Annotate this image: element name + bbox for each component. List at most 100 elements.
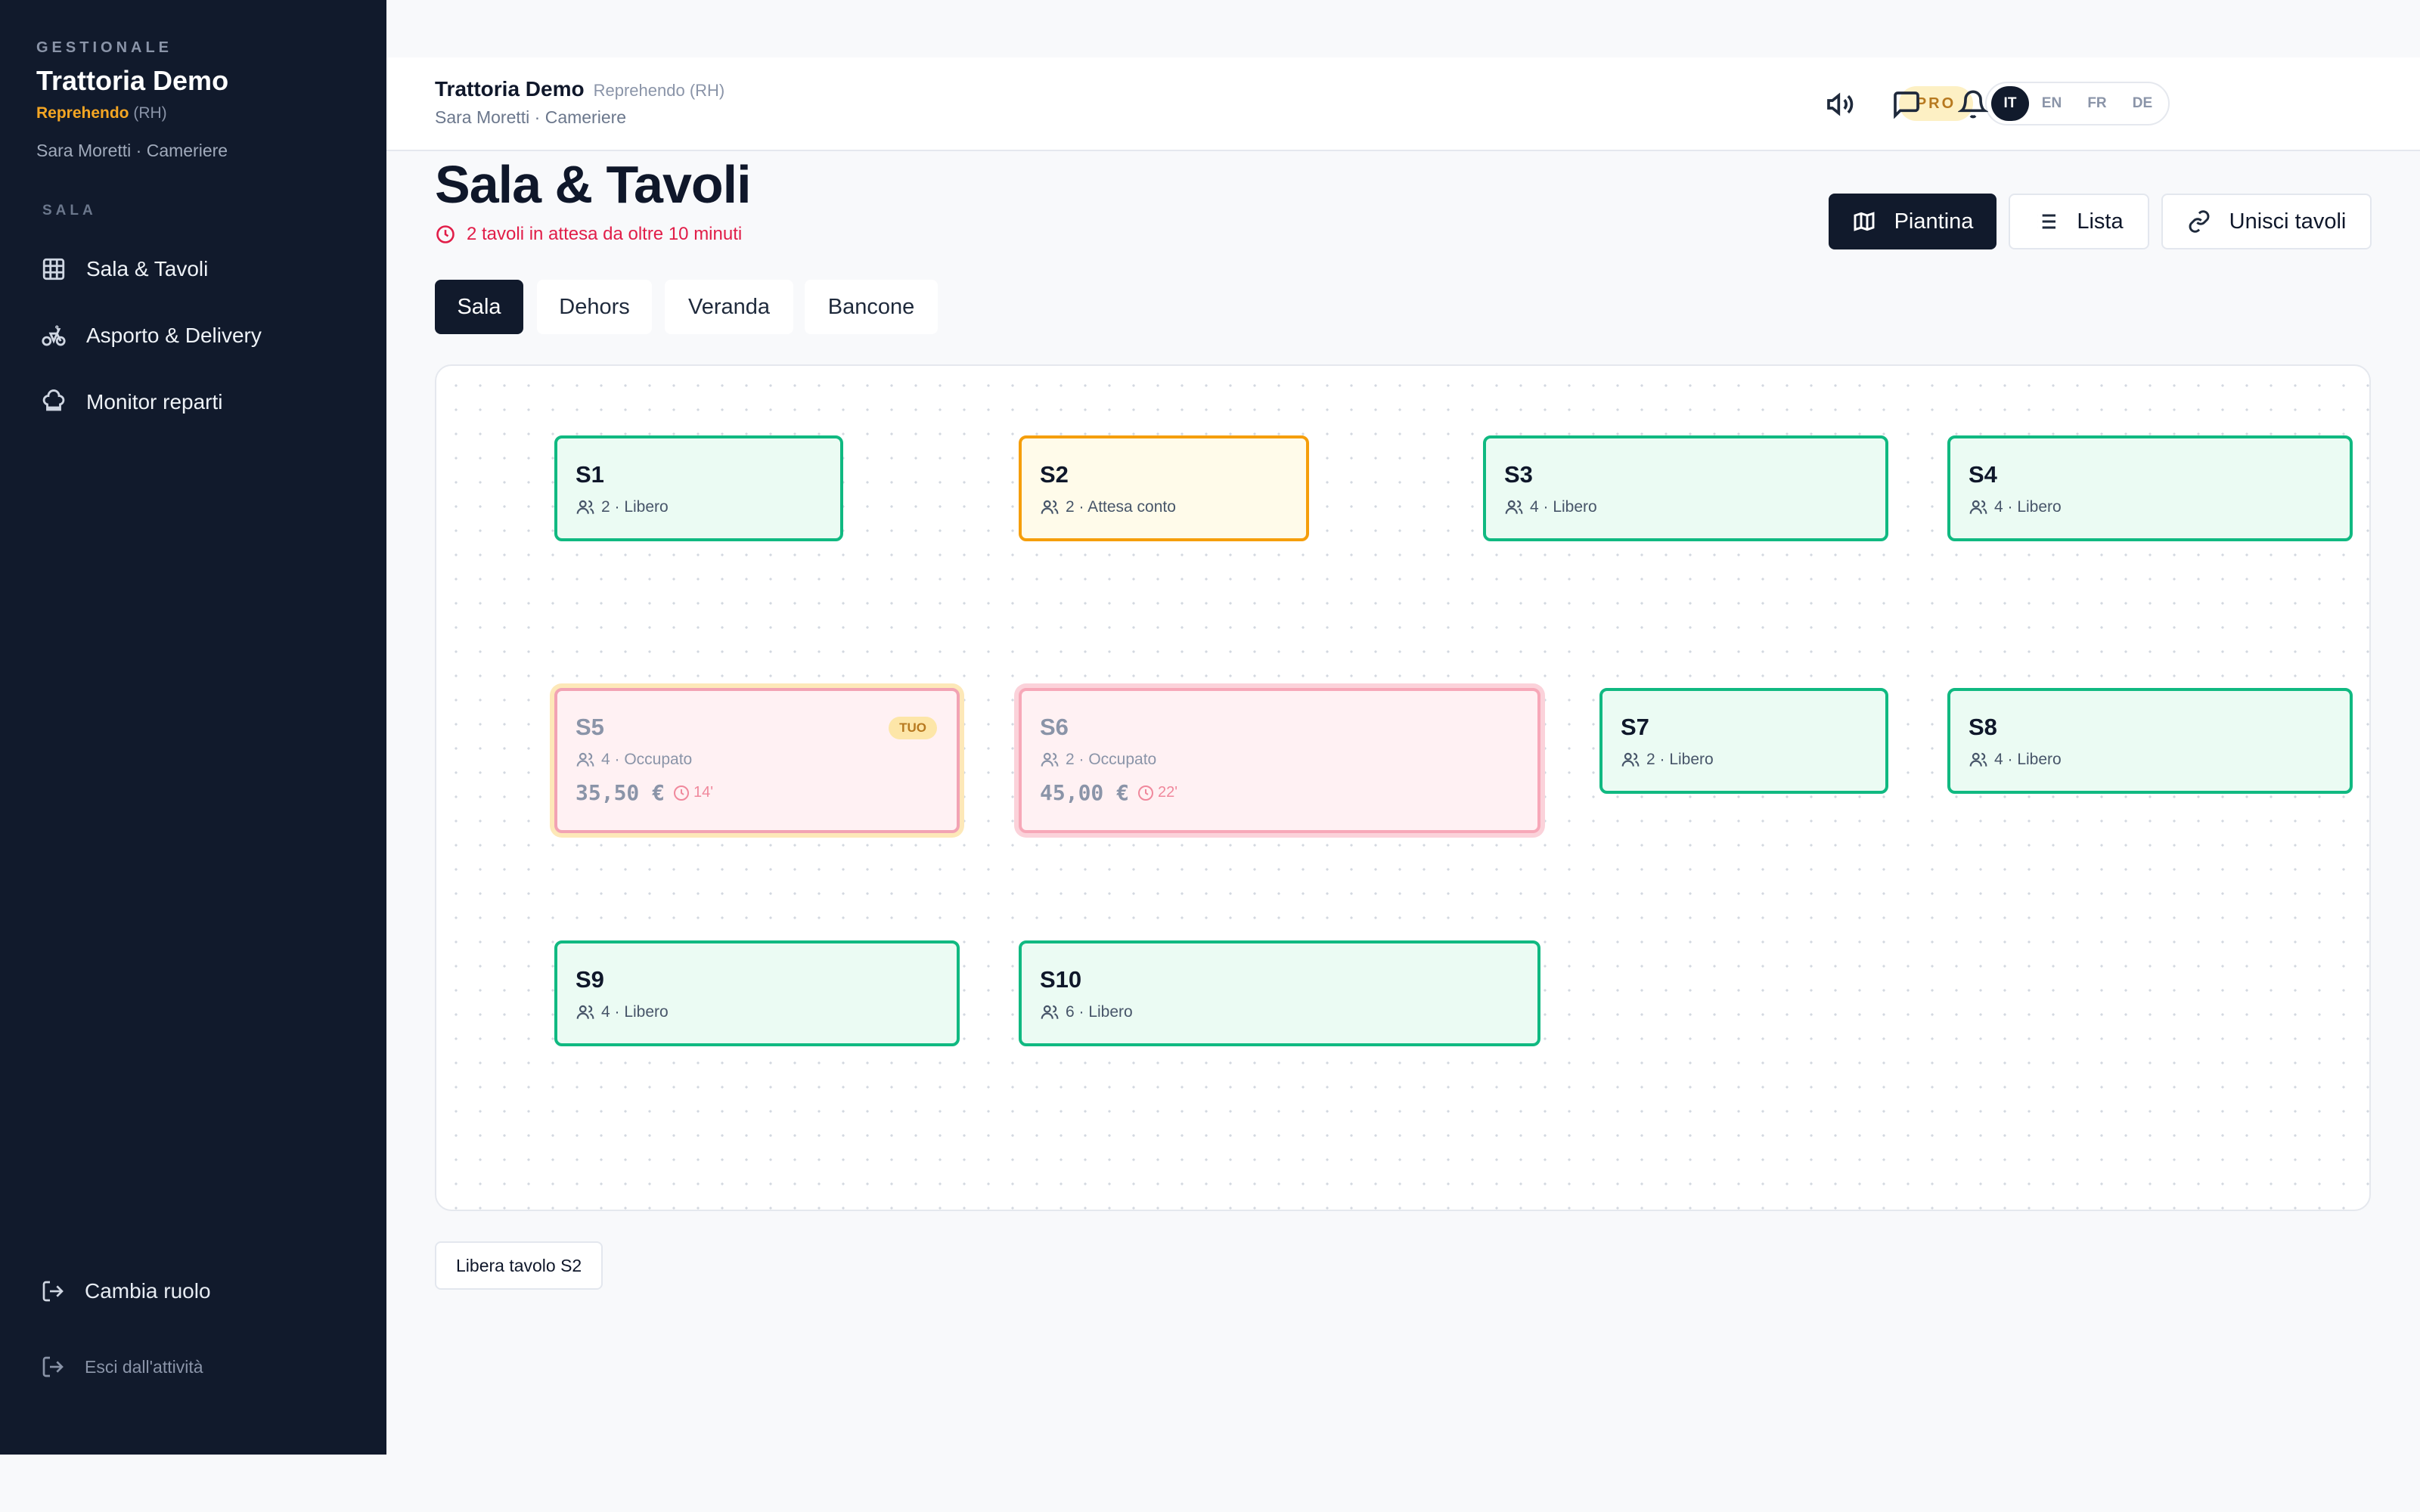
table-meta-text: 4 · Libero [1530,498,1597,516]
tab-veranda[interactable]: Veranda [665,280,793,334]
lang-it[interactable]: IT [1991,86,2029,121]
sound-button[interactable] [1823,88,1857,121]
messages-button[interactable] [1890,88,1923,121]
table-s3[interactable]: S3 4 · Libero [1483,435,1888,541]
table-s9[interactable]: S9 4 · Libero [554,940,960,1046]
table-s10[interactable]: S10 6 · Libero [1019,940,1540,1046]
sidebar-section-title: SALA [42,203,97,218]
people-icon [576,752,594,767]
table-meta: 4 · Libero [1504,497,1885,517]
sidebar-item-asporto-delivery[interactable]: Asporto & Delivery [41,313,262,358]
table-name: S1 [576,461,604,488]
map-icon [1854,212,1875,231]
list-icon [2037,214,2056,229]
table-name: S8 [1969,714,1997,740]
clock-icon [436,225,455,243]
table-s1[interactable]: S1 2 · Libero [554,435,843,541]
table-s8[interactable]: S8 4 · Libero [1947,688,2353,794]
sidebar: GESTIONALE Trattoria Demo Reprehendo (RH… [0,0,386,1455]
table-meta: 4 · Libero [1969,497,2350,517]
change-role-label: Cambia ruolo [85,1279,211,1303]
table-meta: 4 · Occupato [576,750,957,770]
sidebar-kicker: GESTIONALE [36,39,173,56]
header-restaurant-name: Trattoria Demo [435,77,585,101]
table-name: S7 [1621,714,1649,740]
language-switcher: IT EN FR DE [1985,82,2170,125]
sidebar-item-label: Sala & Tavoli [86,257,209,280]
table-s5[interactable]: TUO S5 4 · Occupato 35,50 € 14' [554,688,960,833]
people-icon [1041,1005,1059,1019]
table-meta-text: 2 · Attesa conto [1066,498,1176,516]
free-table-button[interactable]: Libera tavolo S2 [435,1241,603,1290]
people-icon [576,500,594,514]
table-meta: 2 · Attesa conto [1040,497,1306,517]
exit-activity-label: Esci dall'attività [85,1356,203,1377]
chat-icon [1894,91,1919,119]
chef-hat-icon [42,389,65,411]
table-name: S3 [1504,461,1533,488]
table-bill: 35,50 € 14' [576,780,957,805]
table-timer: 14' [672,784,713,802]
table-meta-text: 4 · Occupato [601,751,693,768]
table-s2[interactable]: S2 2 · Attesa conto [1019,435,1309,541]
restaurant-name: Trattoria Demo [36,65,229,96]
map-view-button[interactable]: Piantina [1829,194,1996,249]
lang-en[interactable]: EN [2029,86,2074,121]
list-view-button[interactable]: Lista [2009,194,2149,249]
header-branch: Reprehendo (RH) [593,81,725,100]
logout-icon [42,1281,64,1302]
table-amount: 35,50 € [576,780,666,805]
table-name: S2 [1040,461,1069,488]
people-icon [1969,500,1987,514]
sidebar-user: Sara Moretti · Cameriere [36,141,228,160]
table-s6[interactable]: S6 2 · Occupato 45,00 € 22' [1019,688,1540,833]
people-icon [1969,752,1987,767]
tab-bancone[interactable]: Bancone [805,280,938,334]
clock-icon [1138,785,1154,801]
table-meta-text: 4 · Libero [1994,751,2062,768]
table-meta: 6 · Libero [1040,1002,1537,1022]
exit-activity-button[interactable]: Esci dall'attività [41,1355,203,1379]
floor-plan: S1 2 · Libero S2 2 · Attesa conto S3 4 ·… [435,364,2371,1211]
lang-de[interactable]: DE [2120,86,2165,121]
change-role-button[interactable]: Cambia ruolo [41,1279,211,1303]
bell-icon [1958,90,1988,119]
list-view-label: Lista [2077,209,2124,234]
table-name: S6 [1040,714,1069,740]
sidebar-item-monitor-reparti[interactable]: Monitor reparti [41,380,223,425]
table-meta: 2 · Libero [576,497,840,517]
grid-icon [42,258,65,280]
clock-icon [674,785,690,801]
table-bill: 45,00 € 22' [1040,780,1537,805]
waiting-alert: 2 tavoli in attesa da oltre 10 minuti [435,224,742,245]
branch-name: Reprehendo [36,104,129,122]
header-title: Trattoria Demo Reprehendo (RH) [435,77,724,101]
table-timer: 22' [1137,784,1177,802]
table-amount: 45,00 € [1040,780,1130,805]
table-meta: 2 · Libero [1621,750,1885,770]
map-view-label: Piantina [1894,209,1974,234]
page-title: Sala & Tavoli [435,155,752,214]
bike-icon [42,325,66,346]
merge-tables-button[interactable]: Unisci tavoli [2161,194,2372,249]
table-meta-text: 2 · Libero [601,498,669,516]
table-timer-text: 14' [693,784,714,801]
table-name: S9 [576,966,604,993]
people-icon [1041,752,1059,767]
tab-sala[interactable]: Sala [435,280,523,334]
people-icon [1621,752,1640,767]
speaker-icon [1827,92,1854,116]
sidebar-item-label: Monitor reparti [86,390,223,414]
sidebar-item-sala-tavoli[interactable]: Sala & Tavoli [41,246,208,292]
branch-label: Reprehendo (RH) [36,104,167,122]
people-icon [1505,500,1523,514]
header-user: Sara Moretti · Cameriere [435,107,627,127]
notifications-button[interactable] [1956,88,1990,121]
table-meta: 2 · Occupato [1040,750,1537,770]
lang-fr[interactable]: FR [2074,86,2120,121]
own-table-badge: TUO [889,717,937,739]
table-s7[interactable]: S7 2 · Libero [1599,688,1888,794]
table-s4[interactable]: S4 4 · Libero [1947,435,2353,541]
table-meta-text: 4 · Libero [1994,498,2062,516]
tab-dehors[interactable]: Dehors [537,280,652,334]
